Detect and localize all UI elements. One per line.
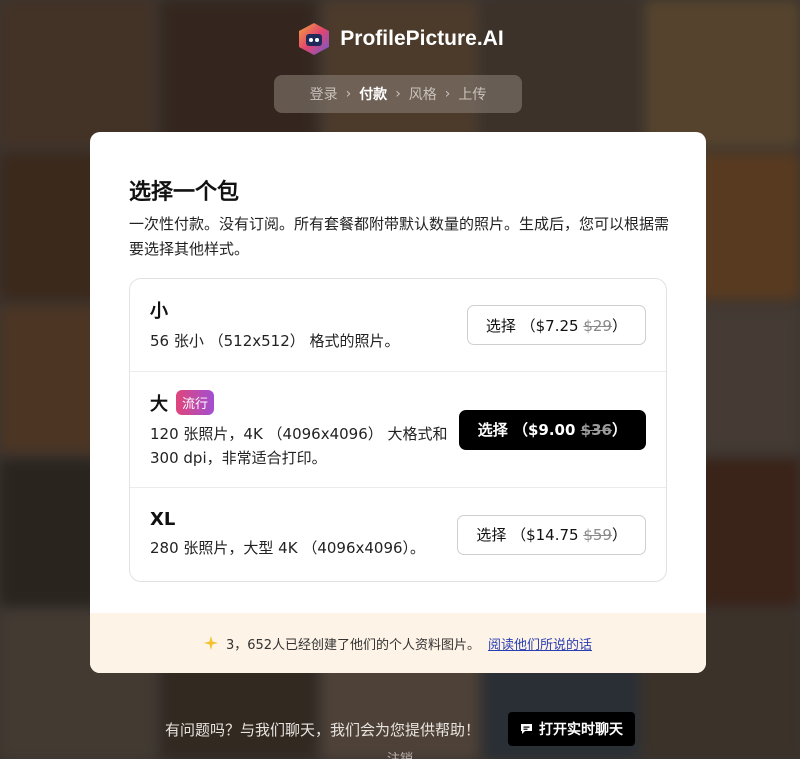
button-close-paren: ） bbox=[611, 316, 627, 335]
step-login[interactable]: 登录 bbox=[310, 84, 338, 104]
package-name: 大 流行 bbox=[150, 390, 450, 416]
package-large: 大 流行 120 张照片，4K （4096x4096） 大格式和 300 dpi… bbox=[130, 372, 666, 488]
package-name-text: XL bbox=[150, 509, 176, 530]
chevron-right-icon: › bbox=[395, 86, 401, 102]
package-name-text: 小 bbox=[150, 301, 168, 322]
sparkle-icon bbox=[203, 636, 218, 650]
creators-count-text: 3，652人已经创建了他们的个人资料图片。 bbox=[225, 637, 481, 653]
old-price: $29 bbox=[583, 316, 612, 335]
testimonials-link[interactable]: 阅读他们所说的话 bbox=[488, 634, 592, 653]
package-small: 小 56 张小 （512x512） 格式的照片。 选择 （$7.25 $29） bbox=[130, 279, 666, 372]
package-xl: XL 280 张照片，大型 4K （4096x4096）。 选择 （$14.75… bbox=[130, 488, 666, 581]
step-style[interactable]: 风格 bbox=[409, 84, 437, 104]
button-close-paren: ） bbox=[611, 526, 627, 544]
page-title: 选择一个包 bbox=[129, 180, 240, 205]
package-name: XL bbox=[150, 509, 450, 530]
select-large-button[interactable]: 选择 （$9.00 $36） bbox=[458, 409, 646, 450]
package-list: 小 56 张小 （512x512） 格式的照片。 选择 （$7.25 $29） … bbox=[129, 278, 667, 582]
header: ProfilePicture.AI bbox=[0, 22, 800, 56]
button-label: 选择 （$7.25 bbox=[485, 316, 584, 335]
social-proof-footer: 3，652人已经创建了他们的个人资料图片。 阅读他们所说的话 bbox=[90, 613, 706, 673]
chat-bubble-icon bbox=[520, 723, 533, 735]
old-price: $59 bbox=[583, 526, 612, 544]
help-text: 有问题吗？与我们聊天，我们会为您提供帮助！ bbox=[164, 720, 480, 739]
select-small-button[interactable]: 选择 （$7.25 $29） bbox=[466, 305, 646, 345]
select-xl-button[interactable]: 选择 （$14.75 $59） bbox=[457, 514, 646, 555]
button-close-paren: ） bbox=[611, 421, 627, 439]
logout-link[interactable]: 注销 bbox=[0, 748, 800, 759]
package-detail: 56 张小 （512x512） 格式的照片。 bbox=[150, 332, 400, 350]
package-selection-card: 选择一个包 一次性付款。没有订阅。所有套餐都附带默认数量的照片。生成后，您可以根… bbox=[90, 132, 706, 673]
chevron-right-icon: › bbox=[345, 86, 352, 102]
checkout-steps-breadcrumb: 登录 › 付款 › 风格 › 上传 bbox=[274, 75, 522, 113]
package-detail: 120 张照片，4K （4096x4096） 大格式和 300 dpi，非常适合… bbox=[150, 424, 448, 467]
open-live-chat-button[interactable]: 打开实时聊天 bbox=[508, 712, 635, 746]
package-name-text: 大 bbox=[150, 393, 168, 415]
button-label: 选择 （$9.00 bbox=[477, 421, 581, 439]
old-price: $36 bbox=[580, 421, 612, 439]
page-description: 一次性付款。没有订阅。所有套餐都附带默认数量的照片。生成后，您可以根据需要选择其… bbox=[129, 215, 670, 258]
popular-badge: 流行 bbox=[176, 390, 215, 415]
chat-button-label: 打开实时聊天 bbox=[539, 722, 623, 738]
button-label: 选择 （$14.75 bbox=[476, 526, 584, 544]
step-payment[interactable]: 付款 bbox=[359, 84, 387, 104]
step-upload[interactable]: 上传 bbox=[458, 84, 486, 104]
package-detail: 280 张照片，大型 4K （4096x4096）。 bbox=[150, 539, 426, 557]
chevron-right-icon: › bbox=[444, 86, 451, 102]
logo-icon[interactable] bbox=[296, 22, 332, 56]
package-name: 小 bbox=[150, 297, 450, 323]
help-bar: 有问题吗？与我们聊天，我们会为您提供帮助！ 打开实时聊天 bbox=[0, 712, 800, 746]
brand-name[interactable]: ProfilePicture.AI bbox=[340, 27, 503, 51]
